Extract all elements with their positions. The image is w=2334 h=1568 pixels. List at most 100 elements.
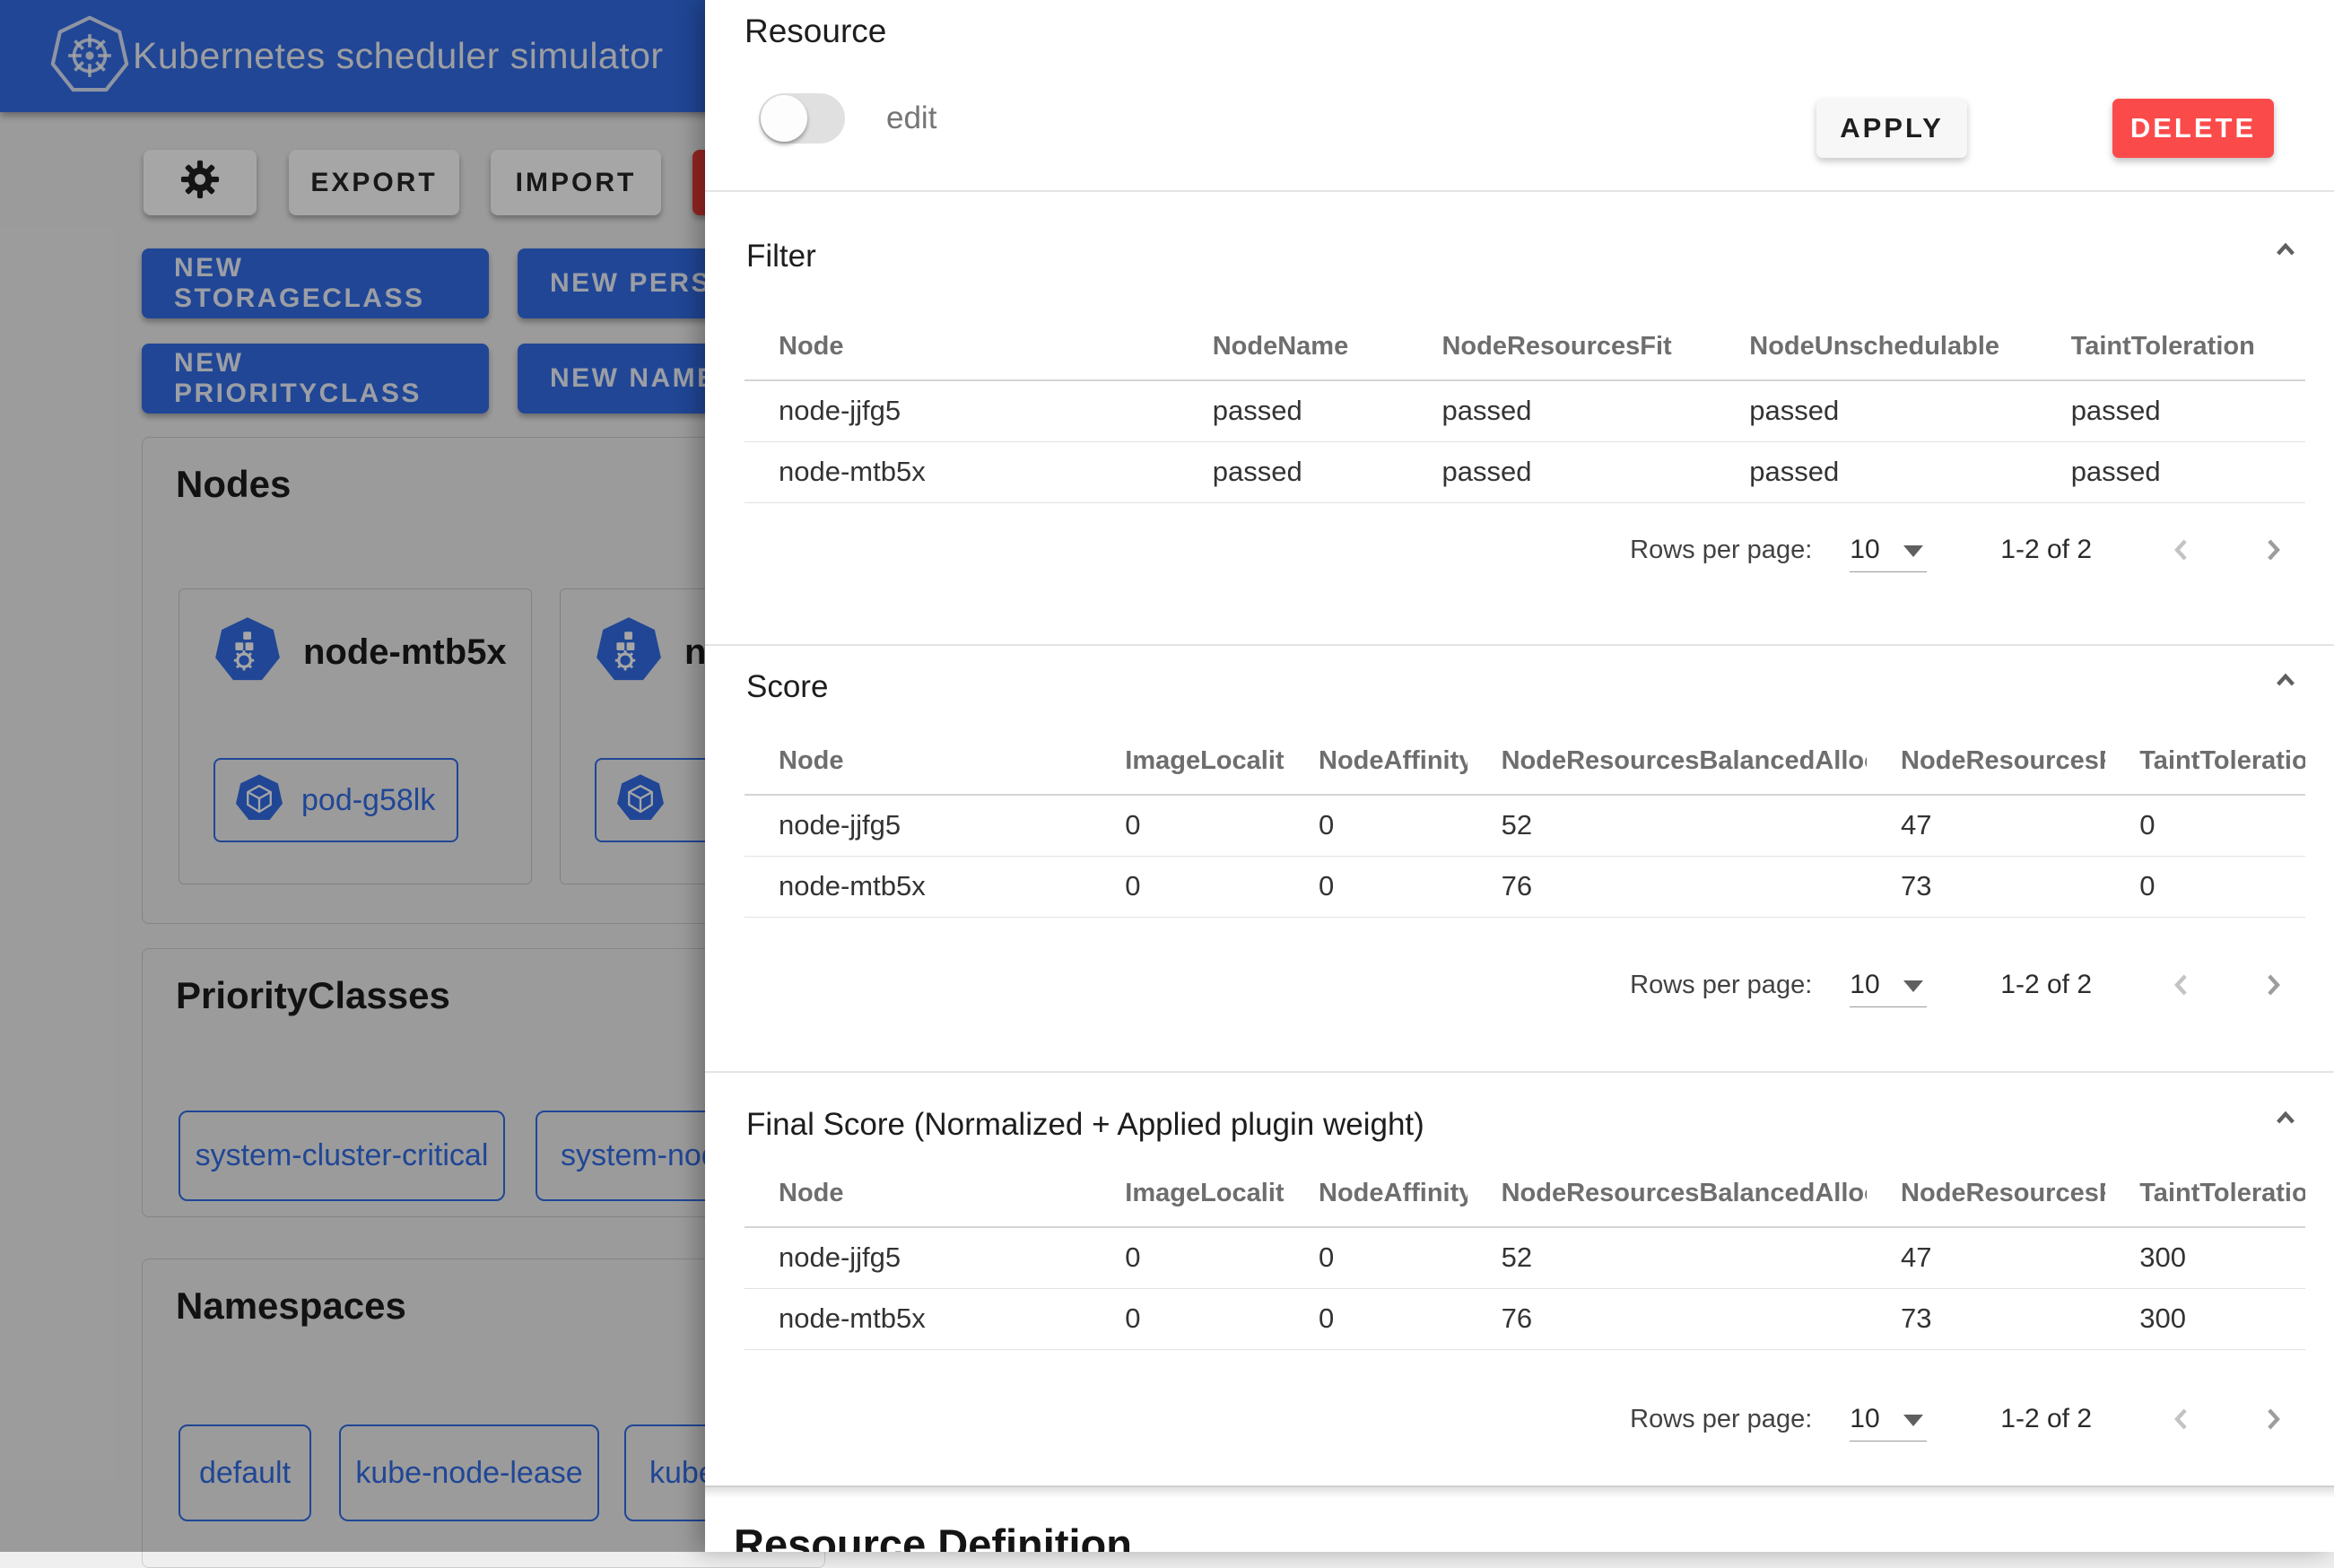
table-cell: node-jjfg5	[745, 795, 1091, 856]
table-header-row: NodeImageLocalityNodeAffinityNodeResourc…	[745, 728, 2305, 795]
previous-page-button[interactable]	[2162, 1399, 2201, 1439]
final-score-pagination: Rows per page: 10 1-2 of 2	[745, 1389, 2305, 1449]
rows-per-page-label: Rows per page:	[1630, 971, 1812, 1000]
delete-button[interactable]: DELETE	[2112, 99, 2274, 158]
previous-page-button[interactable]	[2162, 530, 2201, 570]
table-cell: 47	[1867, 795, 2105, 856]
table-cell: 0	[2105, 856, 2305, 917]
edit-toggle[interactable]	[759, 93, 845, 144]
rows-per-page-label: Rows per page:	[1630, 1405, 1812, 1434]
column-header: NodeResourcesFit	[1867, 1161, 2105, 1227]
column-header: NodeResourcesFit	[1407, 314, 1715, 380]
table-cell: 0	[2105, 795, 2305, 856]
section-title-score: Score	[746, 669, 828, 705]
table-cell: passed	[1179, 441, 1408, 502]
score-pagination: Rows per page: 10 1-2 of 2	[745, 955, 2305, 1015]
column-header: Node	[745, 1161, 1091, 1227]
filter-pagination: Rows per page: 10 1-2 of 2	[745, 520, 2305, 579]
filter-table: NodeNodeNameNodeResourcesFitNodeUnschedu…	[745, 314, 2305, 503]
rows-per-page-select[interactable]: 10	[1850, 1397, 1927, 1442]
resource-drawer: Resource edit APPLY DELETE Filter NodeNo…	[705, 0, 2334, 1552]
column-header: NodeAffinity	[1285, 728, 1467, 795]
column-header: TaintToleration	[2037, 314, 2305, 380]
divider-shadow	[705, 1487, 2334, 1498]
divider	[705, 644, 2334, 646]
column-header: TaintToleration	[2105, 1161, 2305, 1227]
collapse-score-button[interactable]	[2266, 662, 2305, 701]
table-cell: 47	[1867, 1227, 2105, 1288]
table-cell: node-mtb5x	[745, 441, 1179, 502]
column-header: NodeResourcesBalancedAllocation	[1467, 728, 1867, 795]
table-cell: 300	[2105, 1227, 2305, 1288]
rows-per-page-label: Rows per page:	[1630, 536, 1812, 565]
caret-down-icon	[1903, 1415, 1923, 1426]
chevron-up-icon	[2268, 662, 2304, 702]
table-cell: 0	[1091, 1227, 1285, 1288]
table-cell: 52	[1467, 795, 1867, 856]
column-header: NodeAffinity	[1285, 1161, 1467, 1227]
table-cell: node-mtb5x	[745, 1288, 1091, 1349]
divider	[705, 1071, 2334, 1073]
chevron-up-icon	[2268, 231, 2304, 272]
table-row: node-jjfg5passedpassedpassedpassed	[745, 380, 2305, 441]
chevron-up-icon	[2268, 1100, 2304, 1140]
column-header: TaintToleration	[2105, 728, 2305, 795]
section-title-final-score: Final Score (Normalized + Applied plugin…	[746, 1107, 1424, 1143]
column-header: NodeResourcesBalancedAllocation	[1467, 1161, 1867, 1227]
table-cell: 0	[1285, 795, 1467, 856]
table-cell: 0	[1091, 795, 1285, 856]
table-cell: passed	[2037, 380, 2305, 441]
table-cell: passed	[1407, 441, 1715, 502]
column-header: ImageLocality	[1091, 1161, 1285, 1227]
resource-definition-title: Resource Definition	[734, 1520, 1132, 1552]
table-row: node-mtb5x007673300	[745, 1288, 2305, 1349]
table-cell: 76	[1467, 1288, 1867, 1349]
score-table: NodeImageLocalityNodeAffinityNodeResourc…	[745, 728, 2305, 918]
column-header: NodeName	[1179, 314, 1408, 380]
drawer-title: Resource	[745, 13, 886, 50]
rows-per-page-select[interactable]: 10	[1850, 963, 1927, 1007]
next-page-button[interactable]	[2253, 965, 2293, 1005]
column-header: ImageLocality	[1091, 728, 1285, 795]
column-header: Node	[745, 314, 1179, 380]
rows-per-page-value: 10	[1850, 970, 1879, 1000]
page-range-label: 1-2 of 2	[2000, 970, 2092, 1000]
column-header: NodeUnschedulable	[1715, 314, 2036, 380]
table-cell: 52	[1467, 1227, 1867, 1288]
table-cell: 0	[1091, 856, 1285, 917]
page-range-label: 1-2 of 2	[2000, 1404, 2092, 1434]
final-score-table: NodeImageLocalityNodeAffinityNodeResourc…	[745, 1161, 2305, 1350]
section-title-filter: Filter	[746, 239, 816, 274]
table-cell: passed	[1407, 380, 1715, 441]
rows-per-page-select[interactable]: 10	[1850, 527, 1927, 572]
table-cell: passed	[1715, 380, 2036, 441]
column-header: Node	[745, 728, 1091, 795]
next-page-button[interactable]	[2253, 1399, 2293, 1439]
table-cell: 0	[1285, 1227, 1467, 1288]
collapse-filter-button[interactable]	[2266, 231, 2305, 271]
apply-button[interactable]: APPLY	[1816, 99, 1967, 158]
caret-down-icon	[1903, 545, 1923, 557]
table-header-row: NodeImageLocalityNodeAffinityNodeResourc…	[745, 1161, 2305, 1227]
edit-toggle-knob	[761, 95, 807, 142]
edit-toggle-label: edit	[886, 100, 936, 136]
table-cell: 0	[1285, 1288, 1467, 1349]
rows-per-page-value: 10	[1850, 1404, 1879, 1434]
caret-down-icon	[1903, 980, 1923, 992]
table-cell: 76	[1467, 856, 1867, 917]
table-row: node-jjfg50052470	[745, 795, 2305, 856]
table-cell: passed	[2037, 441, 2305, 502]
table-row: node-mtb5x0076730	[745, 856, 2305, 917]
table-row: node-mtb5xpassedpassedpassedpassed	[745, 441, 2305, 502]
rows-per-page-value: 10	[1850, 535, 1879, 565]
collapse-final-score-button[interactable]	[2266, 1100, 2305, 1139]
table-cell: node-jjfg5	[745, 380, 1179, 441]
previous-page-button[interactable]	[2162, 965, 2201, 1005]
table-cell: 73	[1867, 856, 2105, 917]
table-cell: node-mtb5x	[745, 856, 1091, 917]
table-cell: node-jjfg5	[745, 1227, 1091, 1288]
table-cell: passed	[1179, 380, 1408, 441]
page-range-label: 1-2 of 2	[2000, 535, 2092, 565]
divider	[705, 190, 2334, 192]
next-page-button[interactable]	[2253, 530, 2293, 570]
